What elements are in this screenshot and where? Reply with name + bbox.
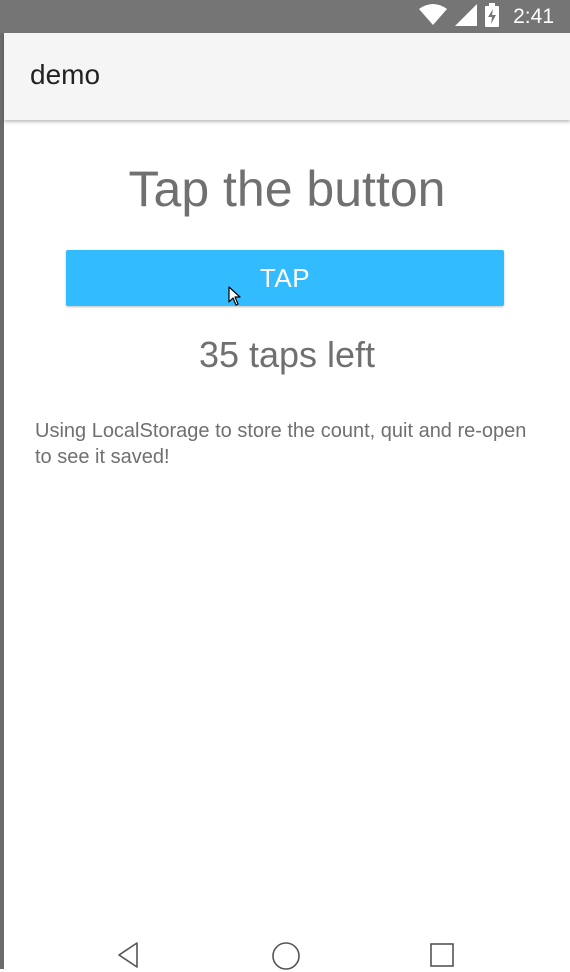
description-text: Using LocalStorage to store the count, q…: [35, 420, 527, 468]
app-bar: demo: [4, 33, 570, 120]
back-icon[interactable]: [108, 940, 148, 970]
tap-button[interactable]: TAP: [66, 250, 504, 306]
page-heading: Tap the button: [128, 161, 446, 217]
status-time: 2:41: [513, 4, 554, 28]
mouse-cursor-icon: [228, 286, 242, 310]
status-bar: 2:41: [0, 0, 570, 33]
signal-icon: [455, 3, 478, 30]
taps-left-counter: 35 taps left: [198, 334, 376, 375]
battery-charging-icon: [485, 2, 500, 31]
status-icons: 2:41: [419, 0, 554, 33]
app-title: demo: [30, 59, 101, 90]
recents-icon[interactable]: [422, 940, 462, 970]
wifi-icon: [419, 3, 448, 30]
navigation-bar: [4, 930, 570, 970]
window-edge: [0, 0, 4, 969]
home-icon[interactable]: [266, 940, 306, 970]
